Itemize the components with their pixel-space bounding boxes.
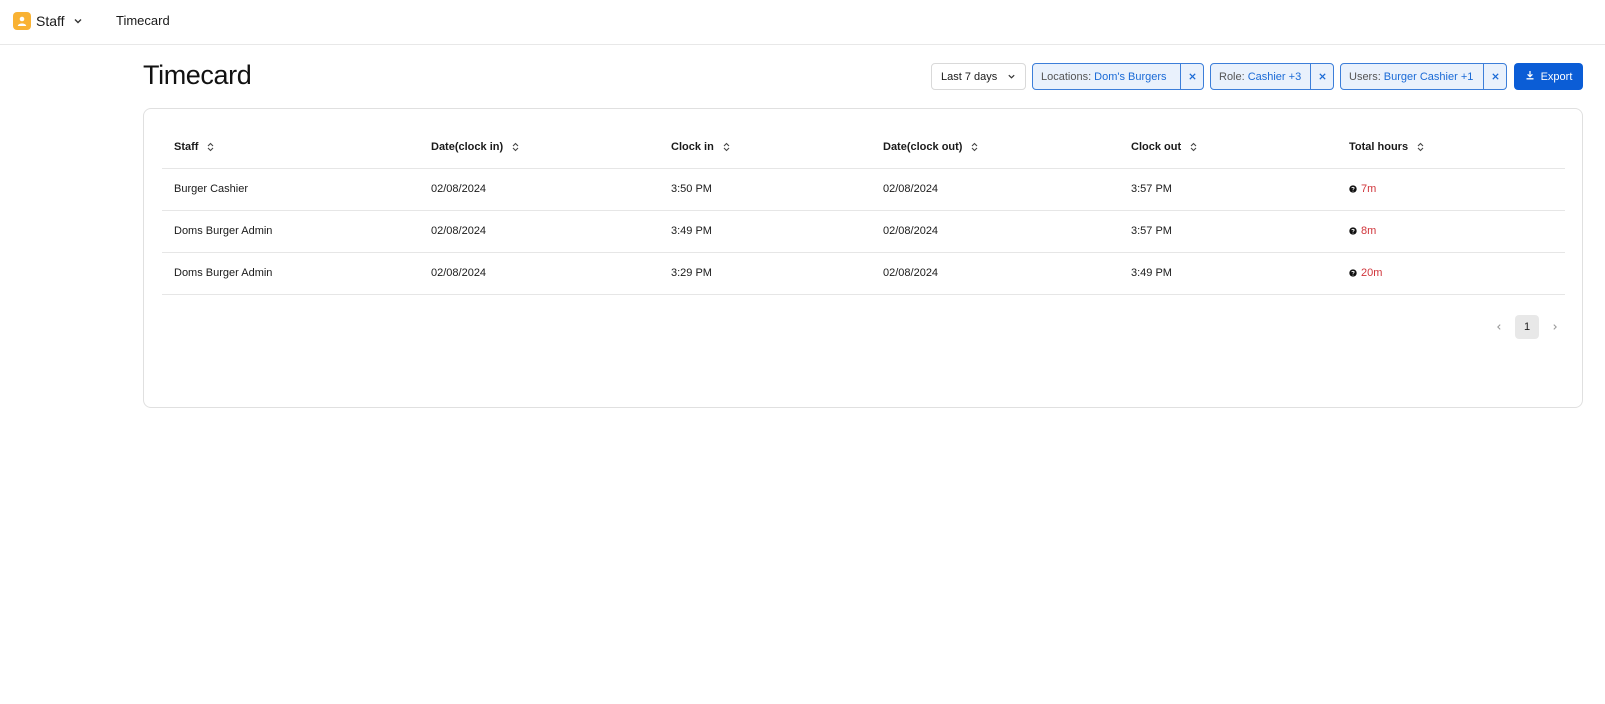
filter-key: Role: <box>1219 70 1245 83</box>
table-row[interactable]: Doms Burger Admin 02/08/2024 3:49 PM 02/… <box>162 211 1565 253</box>
filter-value: Dom's Burgers <box>1094 70 1167 83</box>
sort-icon <box>207 142 214 152</box>
close-icon[interactable] <box>1483 64 1506 89</box>
filter-value: Cashier +3 <box>1247 70 1302 83</box>
column-label: Date(clock in) <box>431 141 504 153</box>
cell-date-in: 02/08/2024 <box>431 225 487 237</box>
column-label: Clock out <box>1131 141 1182 153</box>
chevron-down-icon <box>73 16 83 26</box>
column-header-date-clock-out[interactable]: Date(clock out) <box>883 137 978 157</box>
pagination: 1 <box>1488 315 1566 339</box>
close-icon[interactable] <box>1180 64 1203 89</box>
table-row[interactable]: Doms Burger Admin 02/08/2024 3:29 PM 02/… <box>162 253 1565 295</box>
column-label: Staff <box>174 141 199 153</box>
date-range-label: Last 7 days <box>941 70 998 83</box>
cell-staff: Doms Burger Admin <box>174 267 273 279</box>
column-label: Date(clock out) <box>883 141 963 153</box>
column-label: Total hours <box>1349 141 1409 153</box>
chevron-down-icon <box>1007 72 1016 84</box>
cell-total-hours: 20m <box>1349 267 1382 279</box>
cell-clock-in: 3:29 PM <box>671 267 712 279</box>
export-button[interactable]: Export <box>1514 63 1583 90</box>
cell-date-out: 02/08/2024 <box>883 225 939 237</box>
cell-staff: Doms Burger Admin <box>174 225 273 237</box>
column-header-clock-in[interactable]: Clock in <box>671 137 730 157</box>
cell-total-hours: 8m <box>1349 225 1376 237</box>
cell-clock-in: 3:50 PM <box>671 183 712 195</box>
sort-icon <box>1417 142 1424 152</box>
filter-chip-role[interactable]: Role: Cashier +3 <box>1210 63 1334 90</box>
total-hours-value: 20m <box>1361 267 1383 279</box>
question-icon <box>1349 269 1357 277</box>
page-number-current[interactable]: 1 <box>1515 315 1539 339</box>
cell-clock-in: 3:49 PM <box>671 225 712 237</box>
filter-chip-users[interactable]: Users: Burger Cashier +1 <box>1340 63 1507 90</box>
sort-icon <box>1190 142 1197 152</box>
cell-date-in: 02/08/2024 <box>431 183 487 195</box>
timecard-table: Staff Date(clock in) Clock in Date(clock… <box>143 108 1583 408</box>
cell-total-hours: 7m <box>1349 183 1376 195</box>
cell-date-in: 02/08/2024 <box>431 267 487 279</box>
cell-clock-out: 3:57 PM <box>1131 183 1172 195</box>
total-hours-value: 8m <box>1361 225 1377 237</box>
page-title: Timecard <box>143 60 252 90</box>
column-header-date-clock-in[interactable]: Date(clock in) <box>431 137 519 157</box>
column-header-total-hours[interactable]: Total hours <box>1349 137 1424 157</box>
app-switcher[interactable]: Staff <box>13 11 83 31</box>
question-icon <box>1349 227 1357 235</box>
cell-clock-out: 3:49 PM <box>1131 267 1172 279</box>
top-bar: Staff Timecard <box>0 0 1605 45</box>
column-label: Clock in <box>671 141 714 153</box>
chevron-right-icon[interactable] <box>1544 316 1566 338</box>
sort-icon <box>512 142 519 152</box>
cell-clock-out: 3:57 PM <box>1131 225 1172 237</box>
user-icon <box>13 12 31 30</box>
question-icon <box>1349 185 1357 193</box>
top-page-label: Timecard <box>116 13 170 28</box>
date-range-select[interactable]: Last 7 days <box>931 63 1026 90</box>
filter-chip-locations[interactable]: Locations: Dom's Burgers <box>1032 63 1204 90</box>
divider <box>162 294 1565 295</box>
download-icon <box>1525 70 1541 83</box>
cell-date-out: 02/08/2024 <box>883 183 939 195</box>
filter-key: Locations: <box>1041 70 1092 83</box>
sort-icon <box>971 142 978 152</box>
export-label: Export <box>1540 70 1573 83</box>
total-hours-value: 7m <box>1361 183 1377 195</box>
cell-staff: Burger Cashier <box>174 183 248 195</box>
app-name: Staff <box>36 13 65 29</box>
filter-key: Users: <box>1349 70 1381 83</box>
column-header-clock-out[interactable]: Clock out <box>1131 137 1197 157</box>
filter-value: Burger Cashier +1 <box>1383 70 1474 83</box>
sort-icon <box>723 142 730 152</box>
chevron-left-icon[interactable] <box>1488 316 1510 338</box>
table-row[interactable]: Burger Cashier 02/08/2024 3:50 PM 02/08/… <box>162 169 1565 211</box>
cell-date-out: 02/08/2024 <box>883 267 939 279</box>
close-icon[interactable] <box>1310 64 1333 89</box>
column-header-staff[interactable]: Staff <box>174 137 214 157</box>
